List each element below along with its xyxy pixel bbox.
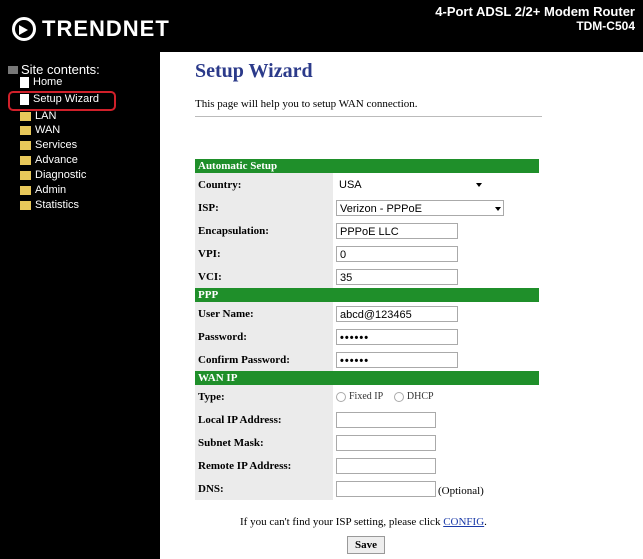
sidebar-item-label: Advance — [35, 154, 78, 166]
sidebar-item-label: LAN — [35, 110, 57, 122]
sidebar-item-wan[interactable]: WAN — [20, 123, 60, 137]
local-ip-field[interactable] — [336, 411, 436, 428]
country-select[interactable]: USA — [336, 177, 484, 193]
dhcp-label: DHCP — [406, 391, 434, 403]
username-field[interactable]: abcd@123465 — [336, 305, 458, 322]
sidebar-item-label: Diagnostic — [35, 169, 87, 181]
local-ip-label: Local IP Address: — [195, 408, 333, 431]
trendnet-logo-icon — [12, 17, 36, 41]
model-code: TDM-C504 — [576, 19, 635, 33]
vci-label: VCI: — [195, 265, 333, 288]
header: TRENDNET 4-Port ADSL 2/2+ Modem Router T… — [0, 0, 643, 52]
encapsulation-label: Encapsulation: — [195, 219, 333, 242]
folder-icon — [20, 170, 31, 180]
dns-optional-note: (Optional) — [438, 484, 484, 497]
section-automatic-setup: Automatic Setup — [195, 159, 539, 173]
chevron-down-icon — [476, 182, 482, 187]
sidebar-item-label: Services — [35, 139, 78, 151]
vpi-field[interactable]: 0 — [336, 245, 458, 262]
tree-icon — [8, 66, 18, 74]
sidebar-item-diagnostic[interactable]: Diagnostic — [20, 168, 86, 182]
subnet-mask-field[interactable] — [336, 434, 436, 451]
vpi-label: VPI: — [195, 242, 333, 265]
sidebar-item-label: Statistics — [35, 199, 80, 211]
page-description: This page will help you to setup WAN con… — [195, 98, 418, 110]
password-label: Password: — [195, 325, 333, 348]
brand-name: TRENDNET — [42, 16, 170, 41]
remote-ip-field[interactable] — [336, 457, 436, 474]
type-label: Type: — [195, 385, 333, 408]
config-link[interactable]: CONFIG — [443, 516, 484, 528]
doc-icon — [20, 76, 29, 88]
section-wan-ip: WAN IP — [195, 371, 539, 385]
dns-label: DNS: — [195, 477, 333, 500]
vci-field[interactable]: 35 — [336, 268, 458, 285]
isp-hint: If you can't find your ISP setting, plea… — [240, 516, 487, 528]
folder-icon — [20, 185, 31, 195]
dns-field[interactable] — [336, 480, 436, 497]
remote-ip-label: Remote IP Address: — [195, 454, 333, 477]
folder-icon — [20, 111, 31, 121]
section-ppp: PPP — [195, 288, 539, 302]
setup-form: Automatic Setup Country: USA ISP: Verizo… — [195, 159, 539, 500]
folder-icon — [20, 155, 31, 165]
model-info: 4-Port ADSL 2/2+ Modem Router TDM-C504 — [435, 4, 635, 33]
folder-icon — [20, 200, 31, 210]
sidebar-item-label: WAN — [35, 124, 61, 136]
logo: TRENDNET — [12, 16, 170, 42]
fixed-ip-label: Fixed IP — [349, 391, 384, 403]
sidebar-item-services[interactable]: Services — [20, 138, 77, 152]
selected-item-highlight — [8, 91, 116, 111]
sidebar-item-admin[interactable]: Admin — [20, 183, 66, 197]
sidebar-item-advance[interactable]: Advance — [20, 153, 78, 167]
isp-label: ISP: — [195, 196, 333, 219]
folder-icon — [20, 140, 31, 150]
sidebar-item-statistics[interactable]: Statistics — [20, 198, 79, 212]
isp-select[interactable]: Verizon - PPPoE — [336, 199, 504, 216]
country-label: Country: — [195, 173, 333, 196]
confirm-password-label: Confirm Password: — [195, 348, 333, 371]
chevron-down-icon — [495, 206, 501, 211]
subnet-mask-label: Subnet Mask: — [195, 431, 333, 454]
save-button[interactable]: Save — [347, 536, 385, 554]
sidebar: Site contents: Home Setup Wizard LAN WAN… — [0, 52, 160, 559]
sidebar-item-label: Admin — [35, 184, 67, 196]
main-content: Setup Wizard This page will help you to … — [160, 52, 643, 559]
password-field[interactable]: •••••• — [336, 328, 458, 345]
encapsulation-field[interactable]: PPPoE LLC — [336, 222, 458, 239]
page-title: Setup Wizard — [195, 60, 313, 82]
model-title: 4-Port ADSL 2/2+ Modem Router — [435, 4, 635, 19]
sidebar-item-home[interactable]: Home — [20, 75, 62, 89]
folder-icon — [20, 125, 31, 135]
confirm-password-field[interactable]: •••••• — [336, 351, 458, 368]
username-label: User Name: — [195, 302, 333, 325]
sidebar-item-lan[interactable]: LAN — [20, 109, 56, 123]
sidebar-item-label: Home — [33, 76, 63, 88]
dhcp-radio[interactable] — [393, 391, 404, 402]
fixed-ip-radio[interactable] — [336, 391, 346, 402]
divider — [195, 116, 542, 117]
